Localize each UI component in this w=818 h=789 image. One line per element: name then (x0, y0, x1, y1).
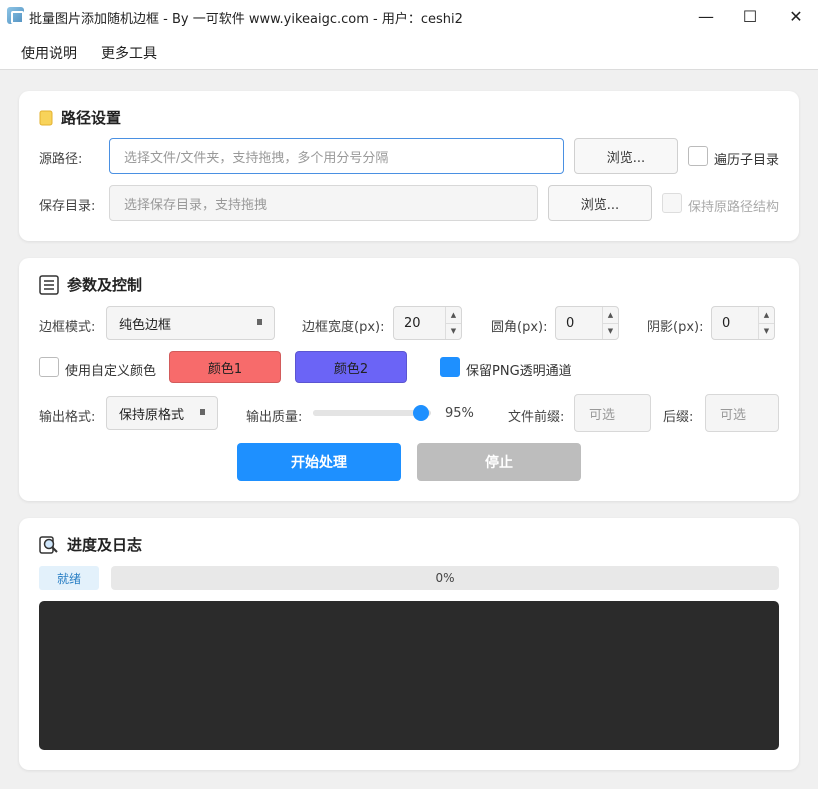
output-format-label: 输出格式: (39, 410, 96, 425)
suffix-input[interactable]: 可选 (705, 394, 779, 432)
radius-label: 圆角(px): (491, 320, 548, 335)
app-icon (7, 7, 24, 24)
progress-header: 进度及日志 (39, 534, 142, 555)
shadow-value: 0 (722, 315, 731, 331)
suffix-label: 后缀: (663, 410, 694, 425)
quality-slider-fill (313, 410, 426, 416)
border-width-value: 20 (404, 315, 421, 331)
border-mode-select[interactable]: 纯色边框 (106, 306, 275, 340)
shadow-spinbox[interactable]: 0 ▲ ▼ (711, 306, 775, 340)
spin-down-icon[interactable]: ▼ (759, 322, 774, 340)
shadow-label: 阴影(px): (647, 320, 704, 335)
color2-button[interactable]: 颜色2 (295, 351, 407, 383)
prefix-input[interactable]: 可选 (574, 394, 651, 432)
title-bar: 批量图片添加随机边框 - By 一可软件 www.yikeaigc.com - … (0, 0, 818, 32)
keep-png-alpha-label: 保留PNG透明通道 (466, 364, 572, 379)
menu-item-more-tools[interactable]: 更多工具 (101, 43, 157, 63)
spin-arrows[interactable]: ▲ ▼ (445, 307, 461, 339)
source-path-label: 源路径: (39, 152, 83, 167)
progress-card: 进度及日志 就绪 0% (19, 518, 799, 770)
quality-percent: 95% (445, 406, 474, 421)
log-search-icon (39, 535, 58, 554)
window-title: 批量图片添加随机边框 - By 一可软件 www.yikeaigc.com - … (29, 12, 463, 27)
quality-label: 输出质量: (246, 410, 303, 425)
border-width-spinbox[interactable]: 20 ▲ ▼ (393, 306, 462, 340)
path-settings-title: 路径设置 (61, 109, 122, 127)
spin-down-icon[interactable]: ▼ (603, 322, 618, 340)
keep-structure-label: 保持原路径结构 (688, 200, 780, 215)
spin-arrows[interactable]: ▲ ▼ (758, 307, 774, 339)
spin-up-icon[interactable]: ▲ (446, 307, 461, 323)
maximize-button[interactable]: ☐ (727, 0, 773, 32)
progress-title: 进度及日志 (67, 536, 143, 554)
color1-button[interactable]: 颜色1 (169, 351, 281, 383)
start-button[interactable]: 开始处理 (237, 443, 401, 481)
save-dir-label: 保存目录: (39, 199, 96, 214)
source-path-input[interactable]: 选择文件/文件夹，支持拖拽，多个用分号分隔 (109, 138, 564, 174)
params-title: 参数及控制 (67, 276, 143, 294)
minimize-button[interactable]: — (683, 0, 729, 32)
prefix-label: 文件前缀: (508, 410, 565, 425)
status-badge: 就绪 (39, 566, 99, 590)
border-width-label: 边框宽度(px): (302, 320, 385, 335)
radius-spinbox[interactable]: 0 ▲ ▼ (555, 306, 619, 340)
menu-item-usage[interactable]: 使用说明 (21, 43, 77, 63)
path-settings-header: 路径设置 (39, 107, 121, 128)
progress-text: 0% (435, 571, 455, 585)
spin-up-icon[interactable]: ▲ (759, 307, 774, 323)
source-browse-button[interactable]: 浏览... (574, 138, 678, 174)
quality-slider-thumb[interactable] (413, 405, 430, 421)
output-format-select[interactable]: 保持原格式 (106, 396, 218, 430)
folder-icon (39, 110, 53, 125)
spin-arrows[interactable]: ▲ ▼ (602, 307, 618, 339)
custom-color-checkbox[interactable] (39, 357, 59, 377)
menu-bar: 使用说明 更多工具 (0, 32, 818, 70)
custom-color-label: 使用自定义颜色 (65, 364, 157, 379)
dropdown-arrow-icon (257, 319, 262, 325)
recurse-subdirs-checkbox[interactable] (688, 146, 708, 166)
params-header: 参数及控制 (39, 274, 142, 295)
params-card: 参数及控制 边框模式: 纯色边框 边框宽度(px): 20 ▲ ▼ 圆角(px):… (19, 258, 799, 501)
progress-bar: 0% (111, 566, 779, 590)
log-output[interactable] (39, 601, 779, 750)
save-browse-button[interactable]: 浏览... (548, 185, 652, 221)
save-dir-input[interactable]: 选择保存目录，支持拖拽 (109, 185, 538, 221)
path-settings-card: 路径设置 源路径: 选择文件/文件夹，支持拖拽，多个用分号分隔 浏览... 遍历… (19, 91, 799, 241)
spin-down-icon[interactable]: ▼ (446, 322, 461, 340)
border-mode-label: 边框模式: (39, 320, 96, 335)
stop-button[interactable]: 停止 (417, 443, 581, 481)
list-icon (39, 274, 59, 295)
keep-png-alpha-checkbox[interactable] (440, 357, 460, 377)
radius-value: 0 (566, 315, 575, 331)
output-format-value: 保持原格式 (119, 407, 185, 423)
dropdown-arrow-icon (200, 409, 205, 415)
close-button[interactable]: ✕ (773, 0, 818, 32)
border-mode-value: 纯色边框 (119, 317, 172, 333)
keep-structure-checkbox[interactable] (662, 193, 682, 213)
spin-up-icon[interactable]: ▲ (603, 307, 618, 323)
recurse-subdirs-label: 遍历子目录 (714, 153, 780, 168)
